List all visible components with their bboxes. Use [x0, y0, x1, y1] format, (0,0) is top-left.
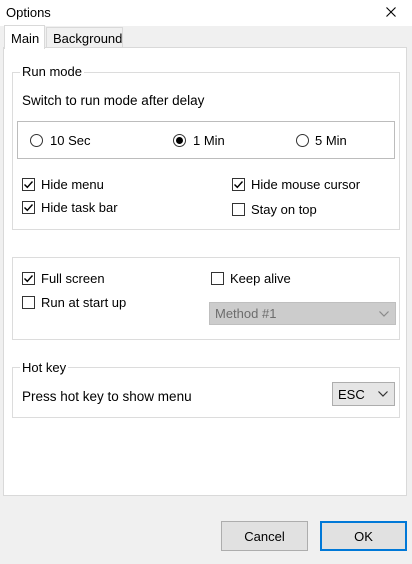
- run-mode-group-title: Run mode: [20, 64, 84, 79]
- stay-on-top-checkbox[interactable]: [232, 203, 245, 216]
- cancel-button[interactable]: Cancel: [221, 521, 308, 551]
- window-title: Options: [6, 5, 51, 20]
- tab-main[interactable]: Main: [4, 25, 45, 49]
- radio-10-sec-label[interactable]: 10 Sec: [50, 133, 90, 148]
- hide-menu-label[interactable]: Hide menu: [41, 177, 104, 192]
- radio-5-min-label[interactable]: 5 Min: [315, 133, 347, 148]
- ok-button[interactable]: OK: [320, 521, 407, 551]
- radio-selected-dot: [176, 137, 183, 144]
- hot-key-select[interactable]: ESC: [332, 382, 395, 406]
- close-button[interactable]: [380, 2, 402, 22]
- method-select[interactable]: Method #1: [209, 302, 396, 325]
- chevron-down-icon: [378, 391, 388, 397]
- radio-1-min-label[interactable]: 1 Min: [193, 133, 225, 148]
- hide-menu-checkbox[interactable]: [22, 178, 35, 191]
- method-select-value: Method #1: [215, 306, 277, 321]
- run-mode-description: Switch to run mode after delay: [22, 93, 205, 108]
- hide-task-bar-label[interactable]: Hide task bar: [41, 200, 118, 215]
- title-bar: [0, 0, 412, 26]
- hide-task-bar-checkbox[interactable]: [22, 201, 35, 214]
- checkmark-icon: [24, 204, 34, 212]
- chevron-down-icon: [379, 310, 389, 317]
- checkmark-icon: [234, 181, 244, 189]
- full-screen-checkbox[interactable]: [22, 272, 35, 285]
- hot-key-select-value: ESC: [338, 386, 365, 402]
- checkmark-icon: [24, 275, 34, 283]
- full-screen-label[interactable]: Full screen: [41, 271, 105, 286]
- stay-on-top-label[interactable]: Stay on top: [251, 202, 317, 217]
- radio-1-min[interactable]: [173, 134, 186, 147]
- checkmark-icon: [24, 181, 34, 189]
- hide-mouse-cursor-checkbox[interactable]: [232, 178, 245, 191]
- keep-alive-checkbox[interactable]: [211, 272, 224, 285]
- run-at-start-up-label[interactable]: Run at start up: [41, 295, 126, 310]
- hot-key-description: Press hot key to show menu: [22, 389, 192, 404]
- run-at-start-up-checkbox[interactable]: [22, 296, 35, 309]
- tab-background[interactable]: Background: [46, 27, 123, 48]
- radio-5-min[interactable]: [296, 134, 309, 147]
- radio-10-sec[interactable]: [30, 134, 43, 147]
- hide-mouse-cursor-label[interactable]: Hide mouse cursor: [251, 177, 360, 192]
- close-icon: [386, 7, 396, 17]
- hot-key-group-title: Hot key: [20, 360, 69, 375]
- keep-alive-label[interactable]: Keep alive: [230, 271, 291, 286]
